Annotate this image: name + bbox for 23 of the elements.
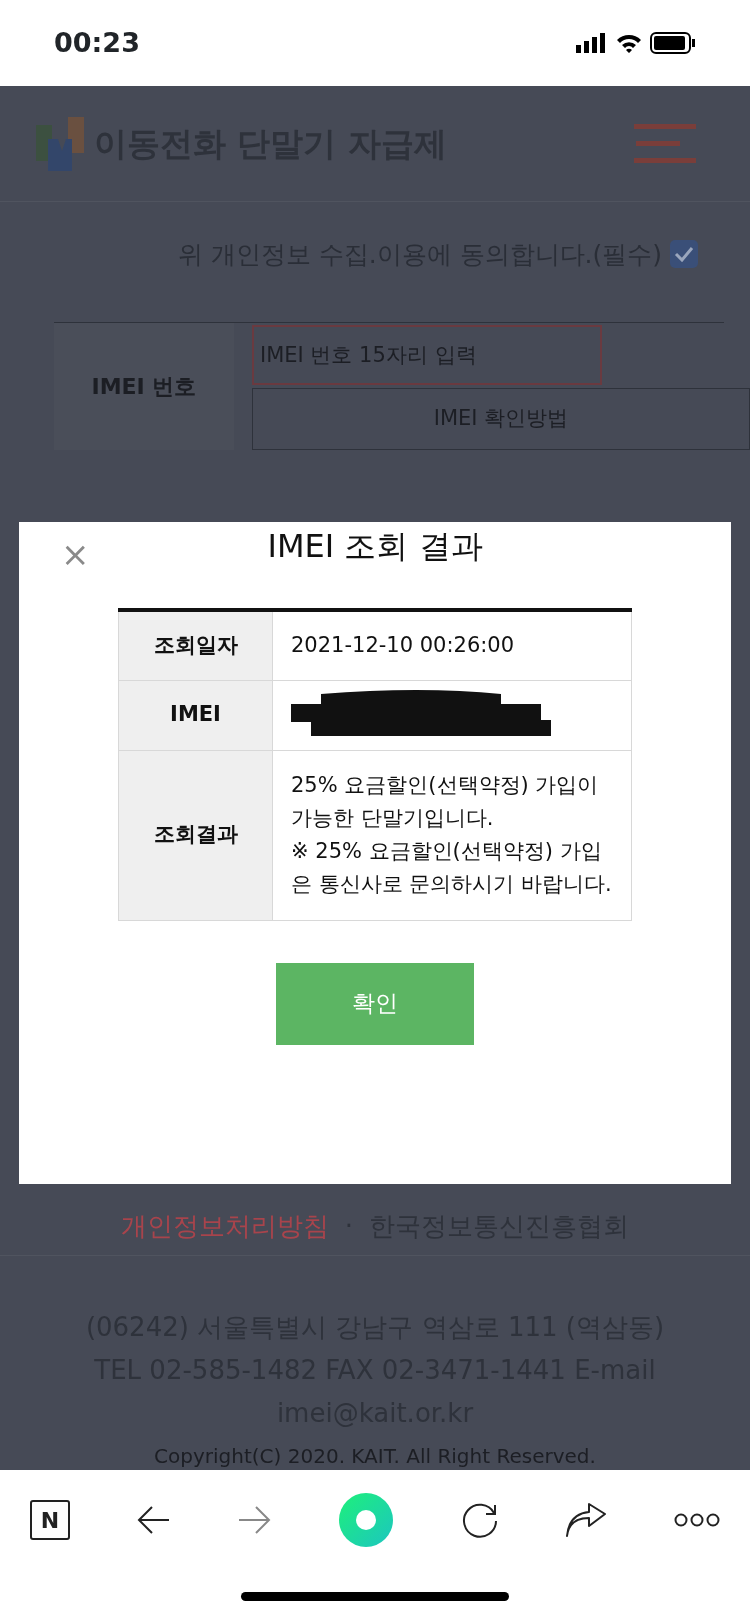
share-icon[interactable]	[565, 1502, 608, 1538]
consent-checkbox[interactable]	[670, 240, 698, 268]
table-cell: 25% 요금할인(선택약정) 가입이 가능한 단말기입니다. ※ 25% 요금할인(선택약정) 가입은 통신사로 문의하시기 바랍니다.	[272, 750, 632, 920]
reload-icon[interactable]	[460, 1501, 499, 1539]
status-time: 00:23	[54, 25, 140, 60]
signal-icon	[576, 33, 608, 53]
forward-icon[interactable]	[237, 1505, 272, 1535]
back-icon[interactable]	[136, 1505, 171, 1535]
wifi-icon	[616, 33, 642, 53]
check-icon	[674, 246, 694, 262]
table-cell: IMEI	[118, 680, 273, 750]
logo-icon	[34, 116, 86, 171]
more-icon[interactable]	[673, 1513, 720, 1527]
modal-title: IMEI 조회 결과	[267, 526, 483, 567]
confirm-button[interactable]: 확인	[276, 962, 474, 1045]
close-button[interactable]: ×	[55, 536, 96, 572]
home-button[interactable]: N	[30, 1500, 70, 1540]
footer-link[interactable]: 개인정보처리방침	[120, 1207, 329, 1246]
separator: ·	[344, 1210, 354, 1243]
table-cell: 조회결과	[118, 750, 273, 920]
table-cell: 2021-12-10 00:26:00	[272, 610, 632, 680]
battery-icon	[650, 32, 696, 54]
table-cell: 조회일자	[118, 610, 273, 680]
